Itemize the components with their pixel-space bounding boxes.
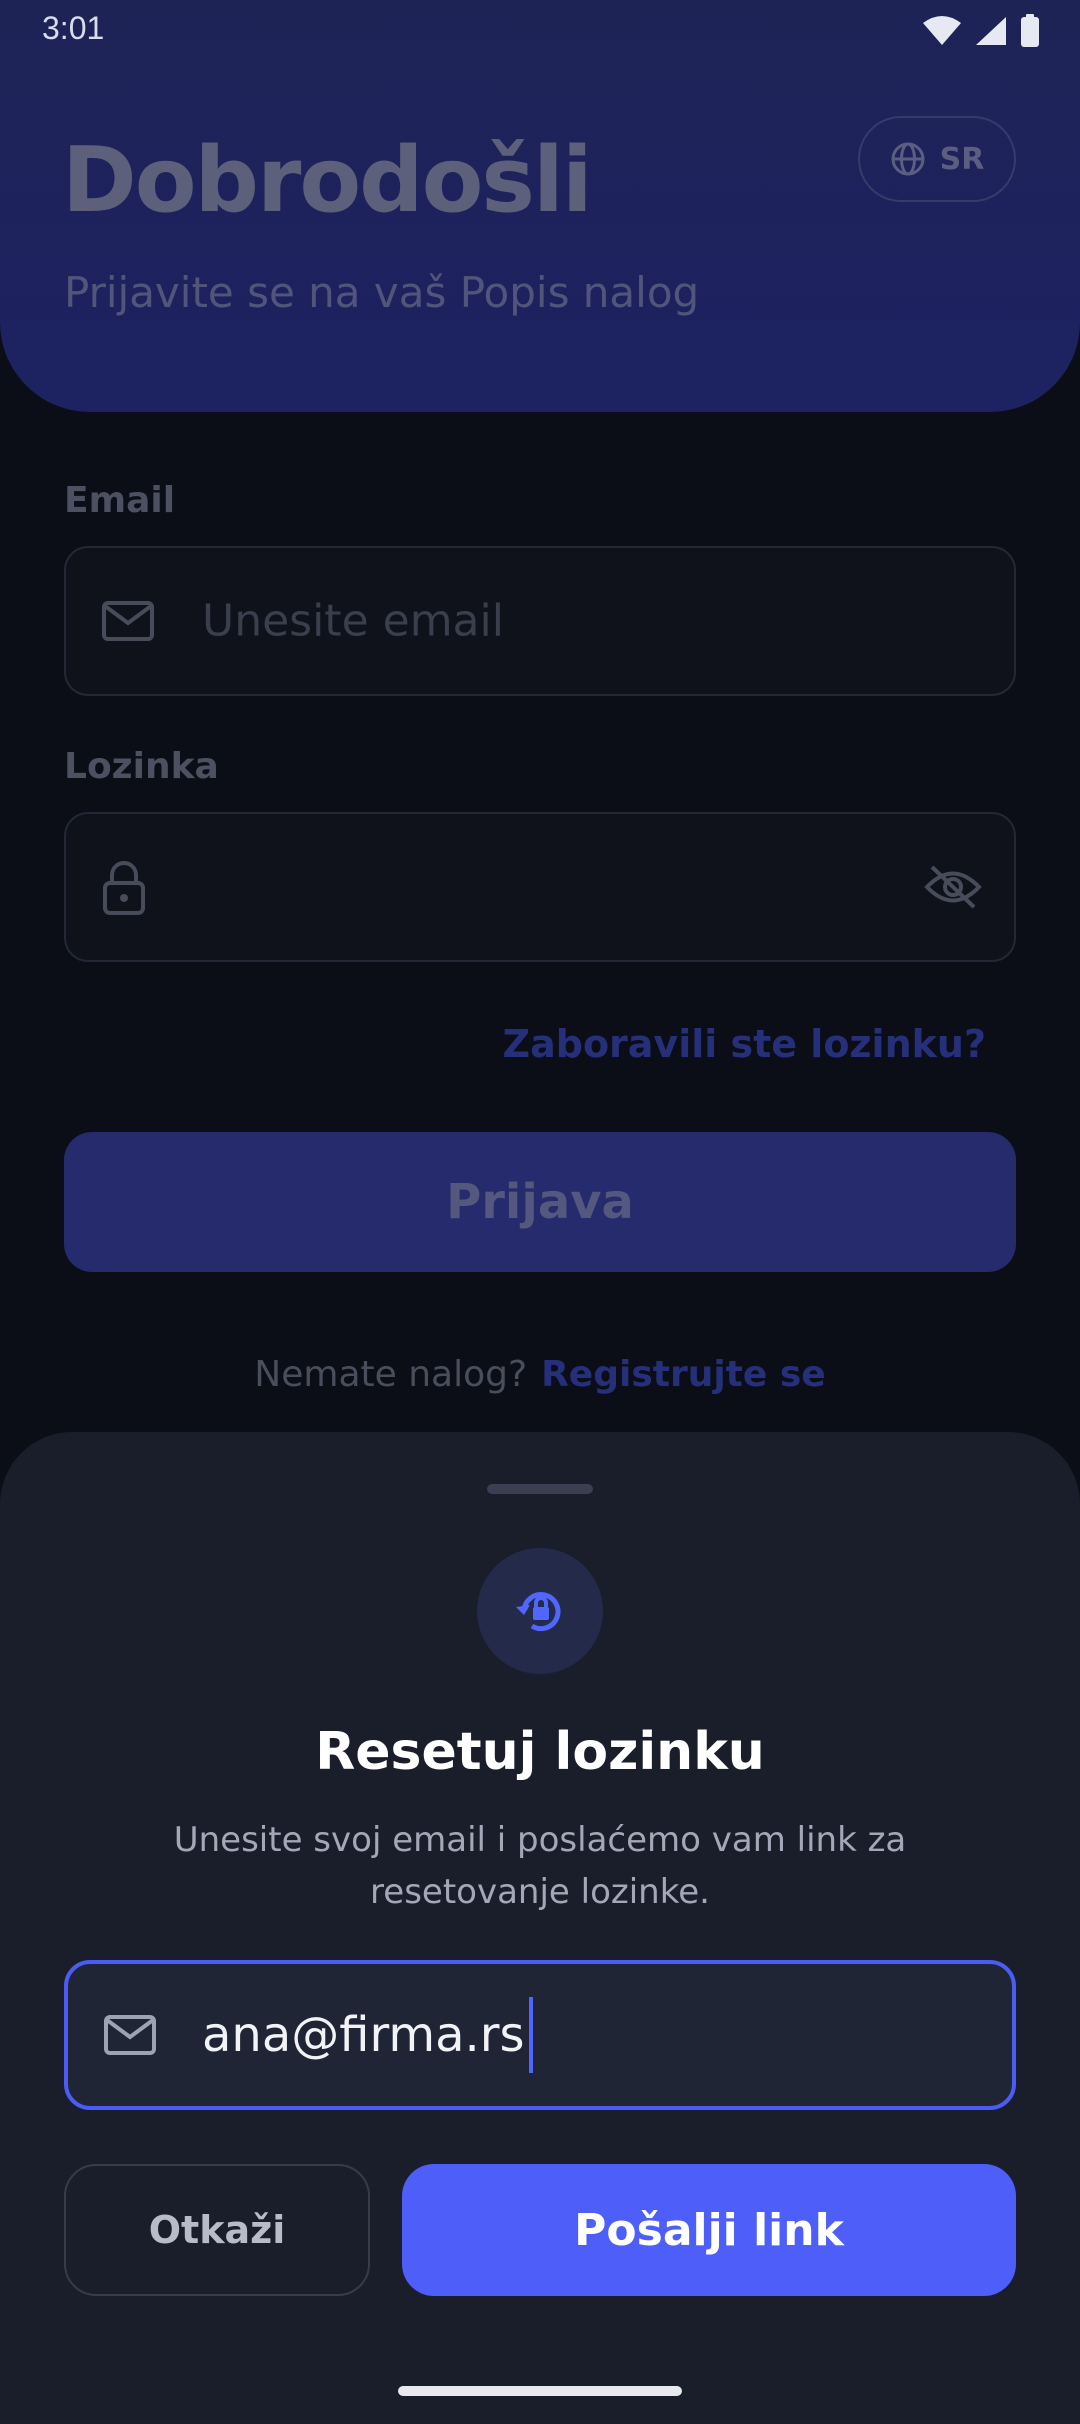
text-caret [528, 1997, 533, 2073]
register-link[interactable]: Registrujte se [541, 1354, 826, 1395]
language-label: SR [939, 141, 985, 177]
login-button-label: Prijava [446, 1174, 634, 1230]
email-placeholder: Unesite email [202, 595, 504, 647]
email-label: Email [64, 480, 176, 521]
battery-icon [1021, 14, 1039, 47]
globe-icon [891, 142, 925, 176]
lock-reset-icon [516, 1592, 561, 1632]
email-field[interactable]: Unesite email [64, 546, 1016, 696]
sheet-description: Unesite svoj email i poslaćemo vam link … [173, 1820, 907, 1912]
reset-email-input[interactable]: ana@firma.rs [64, 1960, 1016, 2110]
wifi-icon [923, 16, 961, 45]
send-link-button[interactable]: Pošalji link [402, 2164, 1016, 2296]
cancel-button[interactable]: Otkaži [64, 2164, 370, 2296]
mail-icon [104, 2015, 156, 2055]
signal-icon [976, 17, 1006, 45]
sheet-title: Resetuj lozinku [315, 1722, 765, 1782]
lock-reset-icon-badge [477, 1548, 603, 1674]
home-indicator[interactable] [398, 2386, 682, 2396]
register-row: Nemate nalog? Registrujte se [0, 1354, 1080, 1395]
reset-password-sheet: Resetuj lozinku Unesite svoj email i pos… [0, 1432, 1080, 2424]
status-icons [922, 14, 1040, 48]
status-bar: 3:01 [0, 0, 1080, 64]
sheet-drag-handle[interactable] [487, 1484, 593, 1494]
login-button[interactable]: Prijava [64, 1132, 1016, 1272]
forgot-password-link[interactable]: Zaboravili ste lozinku? [503, 1022, 986, 1066]
password-label: Lozinka [64, 746, 219, 787]
mail-icon [102, 601, 154, 641]
page-title: Dobrodošli [62, 128, 593, 233]
status-time: 3:01 [42, 10, 105, 46]
eye-off-icon[interactable] [924, 864, 982, 910]
reset-email-value: ana@firma.rs [202, 2007, 525, 2063]
language-button[interactable]: SR [858, 116, 1016, 202]
cancel-button-label: Otkaži [148, 2208, 286, 2252]
lock-icon [103, 861, 145, 915]
reset-email-value-wrap: ana@firma.rs [202, 1997, 533, 2073]
no-account-text: Nemate nalog? [254, 1354, 528, 1395]
send-link-button-label: Pošalji link [574, 2204, 844, 2256]
password-field[interactable] [64, 812, 1016, 962]
page-subtitle: Prijavite se na vaš Popis nalog [64, 268, 700, 317]
